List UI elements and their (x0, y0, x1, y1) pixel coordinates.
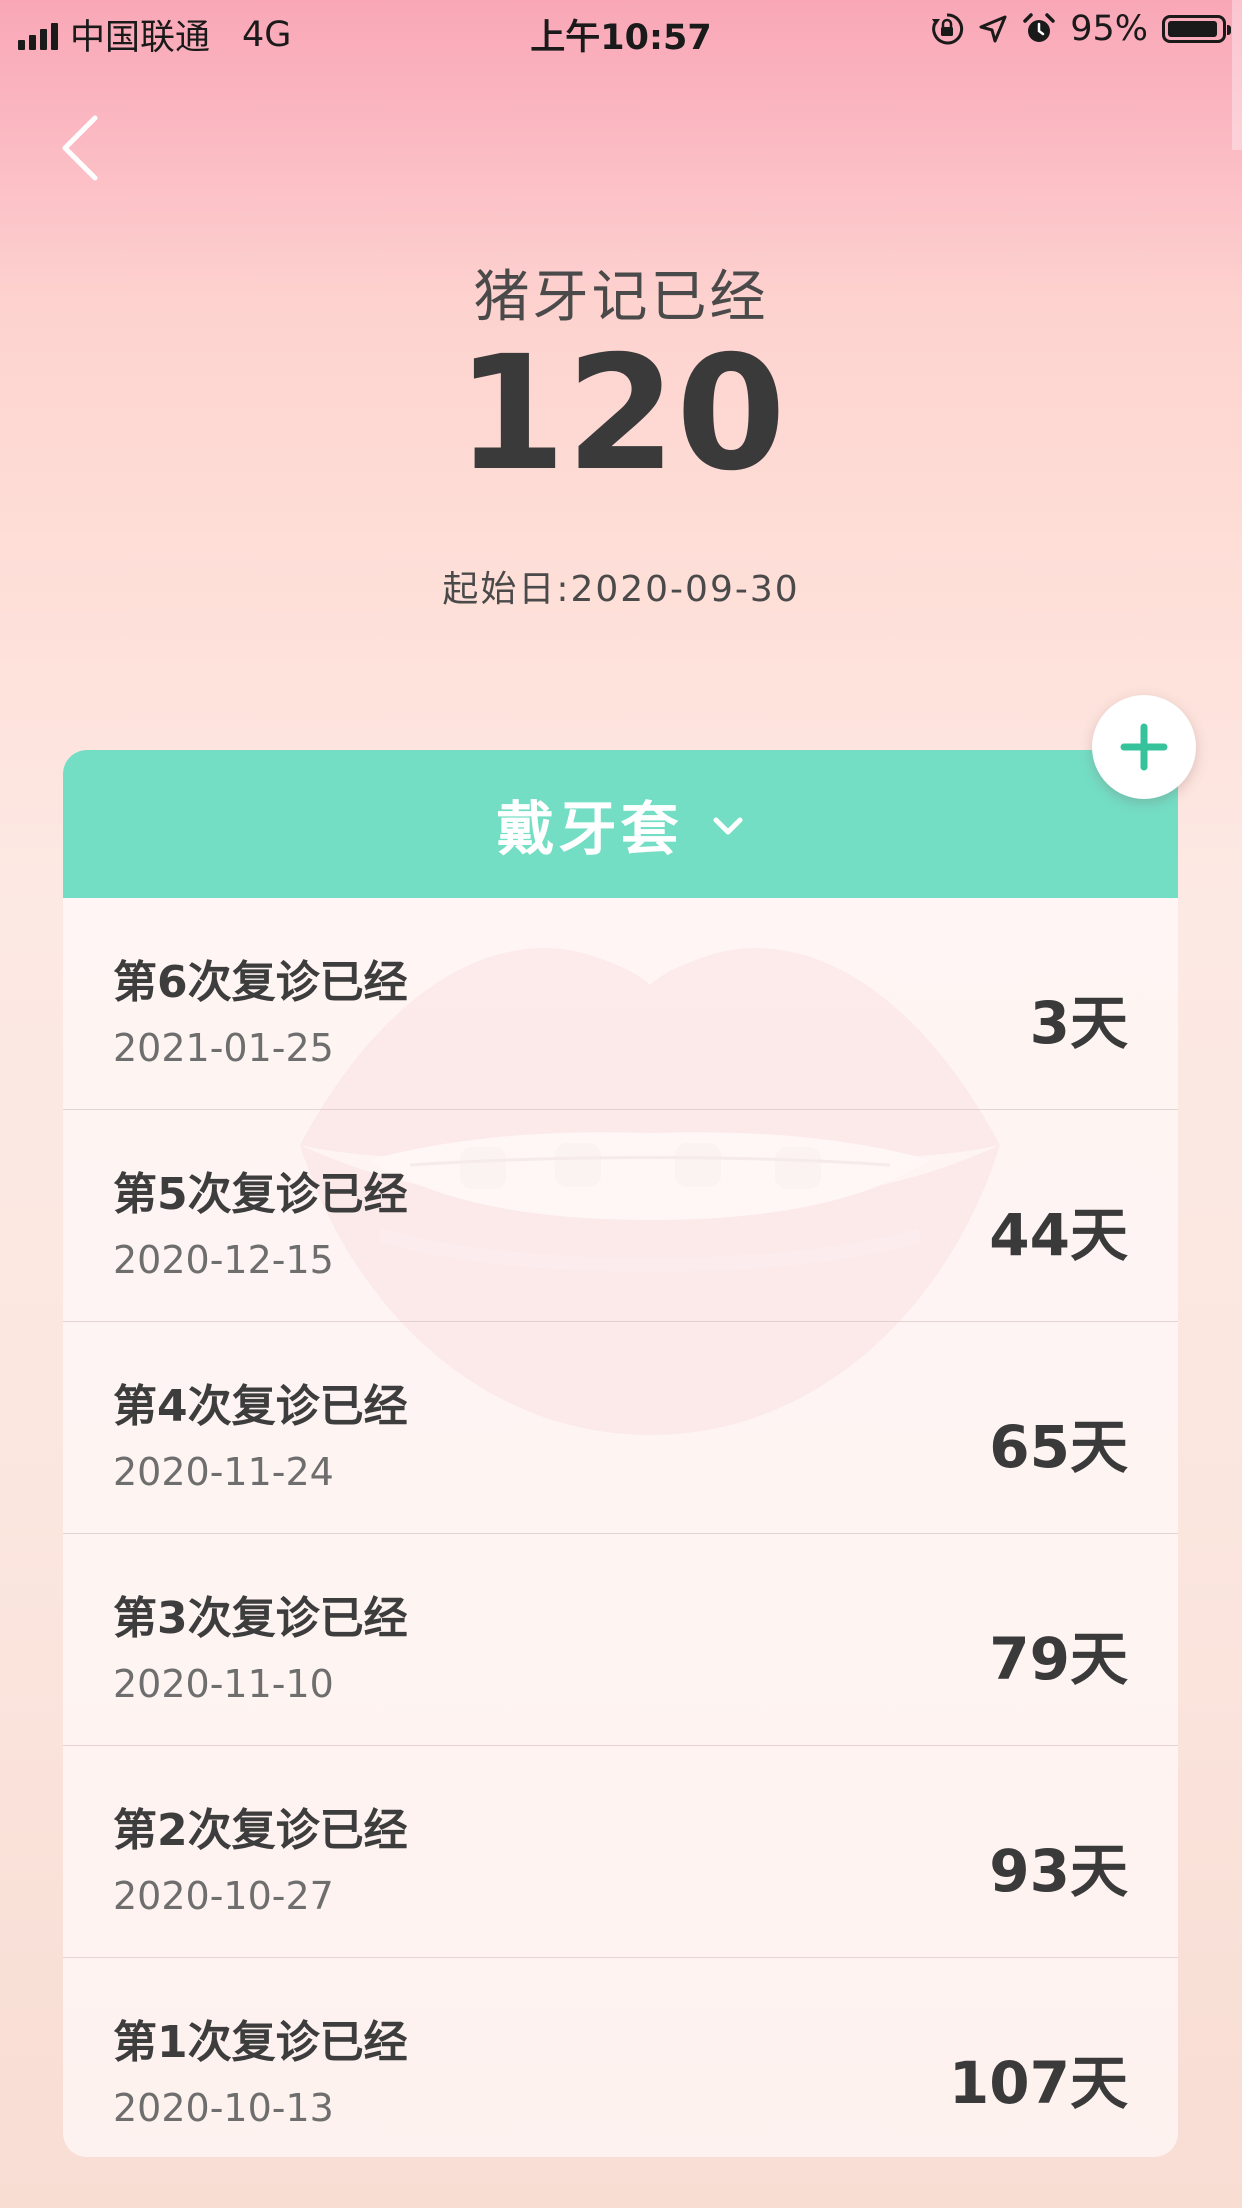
row-date: 2020-10-27 (113, 1874, 334, 1918)
row-days: 79天 (989, 1625, 1128, 1693)
day-count: 120 (456, 322, 786, 506)
rotation-lock-icon (932, 13, 964, 45)
start-date: 起始日:2020-09-30 (442, 569, 800, 610)
chevron-down-icon (713, 817, 742, 835)
page-title: 猪牙记已经 (473, 265, 769, 330)
scroll-indicator (1232, 0, 1242, 150)
row-days: 3天 (1029, 989, 1128, 1057)
row-date: 2020-11-10 (113, 1662, 334, 1706)
checkup-card: 戴牙套 第6次复诊已经 2021-01-25 3天 第5次复诊已经 2020-1… (63, 750, 1178, 2157)
alarm-icon (1023, 13, 1055, 42)
row-days: 44天 (989, 1201, 1128, 1269)
battery-fill (1168, 21, 1218, 37)
status-right: 95% (930, 9, 1231, 49)
row-date: 2020-10-13 (113, 2086, 334, 2130)
category-label: 戴牙套 (496, 795, 683, 863)
add-button[interactable] (1092, 695, 1196, 799)
row-title: 第3次复诊已经 (113, 1593, 408, 1644)
row-days: 93天 (989, 1837, 1128, 1905)
row-title: 第1次复诊已经 (113, 2017, 408, 2068)
battery-icon (1162, 15, 1231, 43)
location-icon (979, 15, 1007, 43)
list-item[interactable]: 第2次复诊已经 2020-10-27 93天 (63, 1746, 1178, 1958)
list-item[interactable]: 第3次复诊已经 2020-11-10 79天 (63, 1534, 1178, 1746)
list-item[interactable]: 第1次复诊已经 2020-10-13 107天 (63, 1958, 1178, 2157)
back-button[interactable] (55, 108, 115, 188)
chevron-left-icon (62, 115, 98, 181)
checkup-list: 第6次复诊已经 2021-01-25 3天 第5次复诊已经 2020-12-15… (63, 898, 1178, 2157)
row-title: 第5次复诊已经 (113, 1169, 408, 1220)
row-date: 2020-11-24 (113, 1450, 334, 1494)
status-bar: 中国联通 4G 上午10:57 95% (0, 0, 1242, 62)
row-title: 第6次复诊已经 (113, 957, 408, 1008)
row-days: 65天 (989, 1413, 1128, 1481)
list-item[interactable]: 第5次复诊已经 2020-12-15 44天 (63, 1110, 1178, 1322)
list-item[interactable]: 第6次复诊已经 2021-01-25 3天 (63, 898, 1178, 1110)
row-title: 第2次复诊已经 (113, 1805, 408, 1856)
row-date: 2021-01-25 (113, 1026, 334, 1070)
battery-percent: 95% (1070, 9, 1148, 49)
row-date: 2020-12-15 (113, 1238, 334, 1282)
row-days: 107天 (948, 2049, 1128, 2117)
plus-icon (1120, 723, 1168, 771)
category-dropdown[interactable]: 戴牙套 (63, 750, 1178, 898)
row-title: 第4次复诊已经 (113, 1381, 408, 1432)
list-item[interactable]: 第4次复诊已经 2020-11-24 65天 (63, 1322, 1178, 1534)
